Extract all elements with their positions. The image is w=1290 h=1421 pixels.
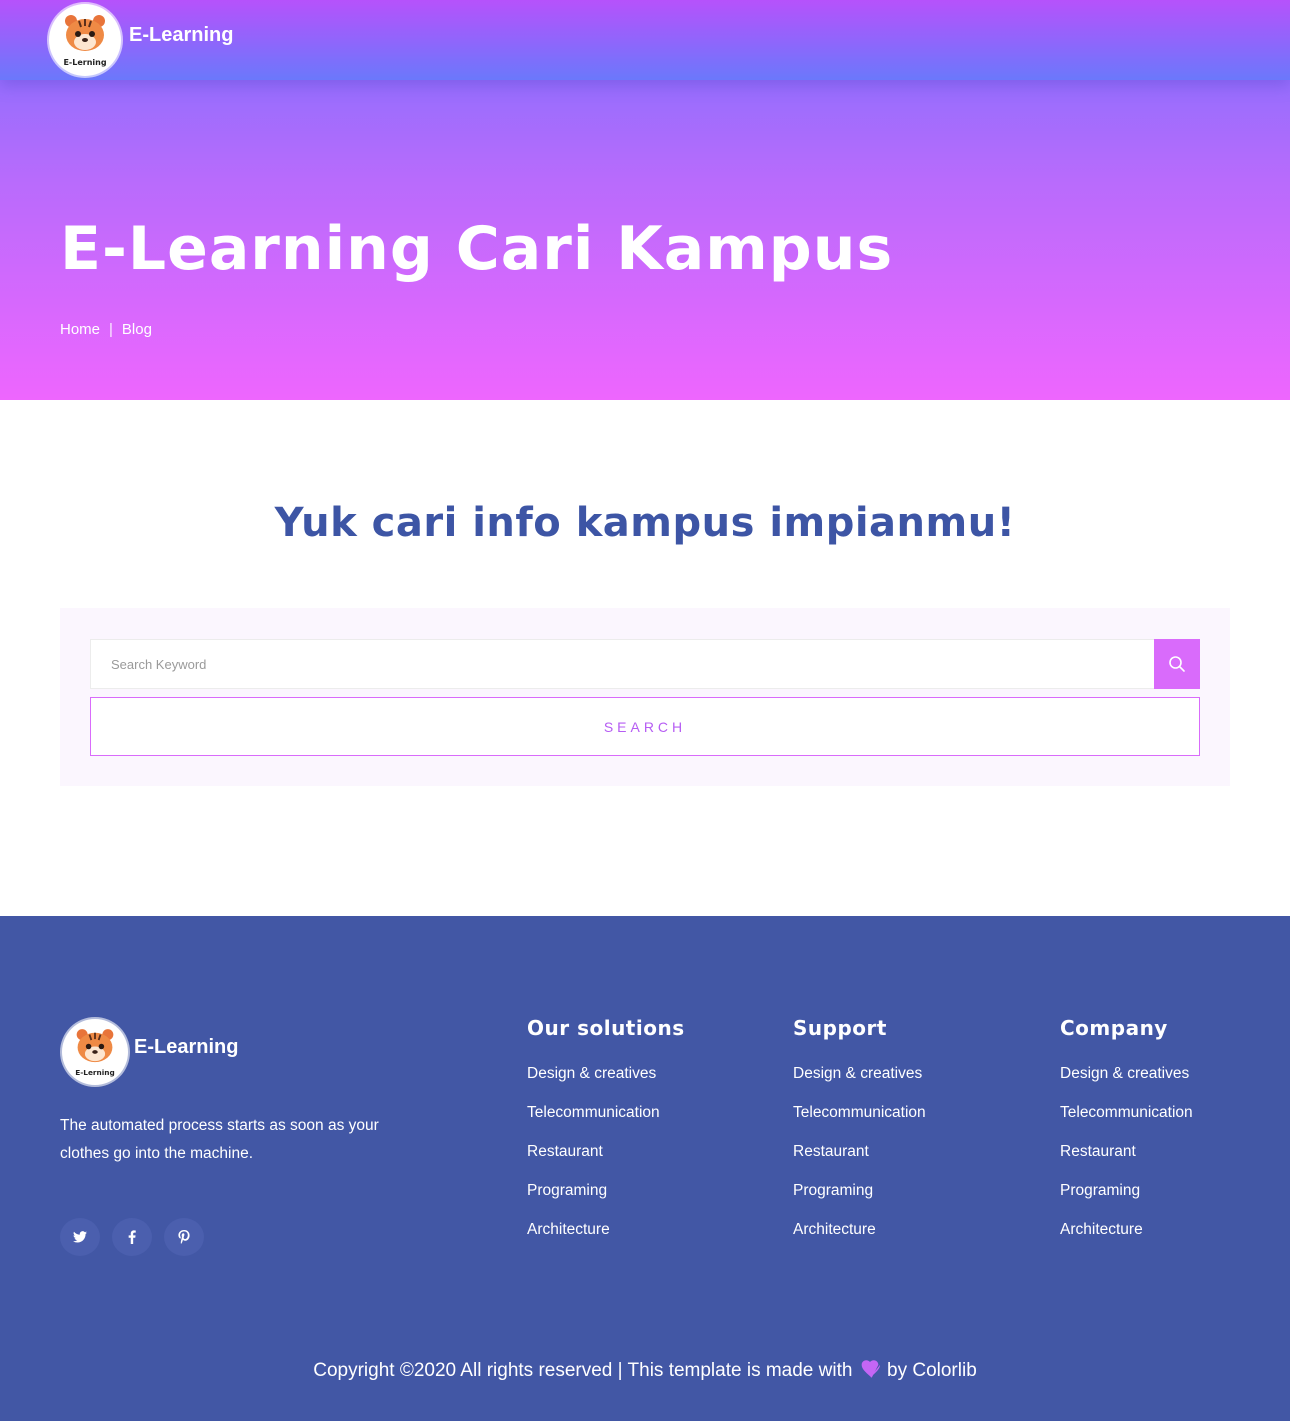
social-links xyxy=(60,1218,204,1256)
pinterest-button[interactable] xyxy=(164,1218,204,1256)
copyright-prefix: Copyright ©2020 All rights reserved | Th… xyxy=(313,1360,853,1381)
footer-link[interactable]: Architecture xyxy=(1060,1221,1193,1260)
search-icon xyxy=(1169,656,1185,672)
breadcrumb: Home | Blog xyxy=(60,321,152,338)
search-submit-button[interactable]: SEARCH xyxy=(90,697,1200,756)
facebook-icon xyxy=(128,1230,136,1244)
footer-link[interactable]: Restaurant xyxy=(527,1143,685,1182)
footer-link[interactable]: Restaurant xyxy=(1060,1143,1193,1182)
page-title: E-Learning Cari Kampus xyxy=(60,214,894,284)
footer-link[interactable]: Telecommunication xyxy=(1060,1104,1193,1143)
brand-name[interactable]: E-Learning xyxy=(129,24,233,47)
twitter-button[interactable] xyxy=(60,1218,100,1256)
footer-column-solutions: Our solutions Design & creatives Telecom… xyxy=(527,1016,685,1260)
pinterest-icon xyxy=(178,1230,190,1244)
footer-link[interactable]: Programing xyxy=(527,1182,685,1221)
footer-link[interactable]: Architecture xyxy=(793,1221,926,1260)
footer-brand-logo[interactable]: E-Lerning xyxy=(62,1019,128,1085)
colorlib-link[interactable]: by Colorlib xyxy=(887,1360,977,1381)
footer-column-support: Support Design & creatives Telecommunica… xyxy=(793,1016,926,1260)
twitter-icon xyxy=(73,1231,87,1243)
footer-link[interactable]: Restaurant xyxy=(793,1143,926,1182)
footer-column-title: Company xyxy=(1060,1016,1168,1040)
top-navbar: E-Lerning E-Learning xyxy=(0,0,1290,80)
logo-caption: E-Lerning xyxy=(63,58,106,67)
footer-link[interactable]: Telecommunication xyxy=(793,1104,926,1143)
footer-logo-caption: E-Lerning xyxy=(75,1068,115,1077)
footer-brand-name[interactable]: E-Learning xyxy=(134,1036,238,1059)
breadcrumb-current[interactable]: Blog xyxy=(122,321,152,338)
footer-link[interactable]: Design & creatives xyxy=(793,1065,926,1104)
search-heading: Yuk cari info kampus impianmu! xyxy=(274,500,1016,546)
search-panel: SEARCH xyxy=(60,608,1230,786)
copyright-text: Copyright ©2020 All rights reserved | Th… xyxy=(0,1360,1290,1382)
tiger-logo-icon: E-Lerning xyxy=(50,5,120,75)
brand-logo[interactable]: E-Lerning xyxy=(49,4,121,76)
footer-link[interactable]: Design & creatives xyxy=(527,1065,685,1104)
footer: E-Lerning E-Learning The automated proce… xyxy=(0,916,1290,1421)
footer-column-company: Company Design & creatives Telecommunica… xyxy=(1060,1016,1193,1260)
breadcrumb-separator: | xyxy=(109,321,113,338)
tiger-logo-icon: E-Lerning xyxy=(62,1019,128,1085)
footer-column-title: Support xyxy=(793,1016,887,1040)
footer-link[interactable]: Programing xyxy=(793,1182,926,1221)
footer-link[interactable]: Architecture xyxy=(527,1221,685,1260)
footer-column-title: Our solutions xyxy=(527,1016,685,1040)
breadcrumb-home-link[interactable]: Home xyxy=(60,321,100,338)
heart-icon xyxy=(861,1360,880,1378)
footer-description: The automated process starts as soon as … xyxy=(60,1117,379,1162)
footer-link[interactable]: Design & creatives xyxy=(1060,1065,1193,1104)
footer-link[interactable]: Telecommunication xyxy=(527,1104,685,1143)
search-icon-button[interactable] xyxy=(1154,639,1200,689)
facebook-button[interactable] xyxy=(112,1218,152,1256)
footer-link[interactable]: Programing xyxy=(1060,1182,1193,1221)
search-input[interactable] xyxy=(90,639,1154,689)
